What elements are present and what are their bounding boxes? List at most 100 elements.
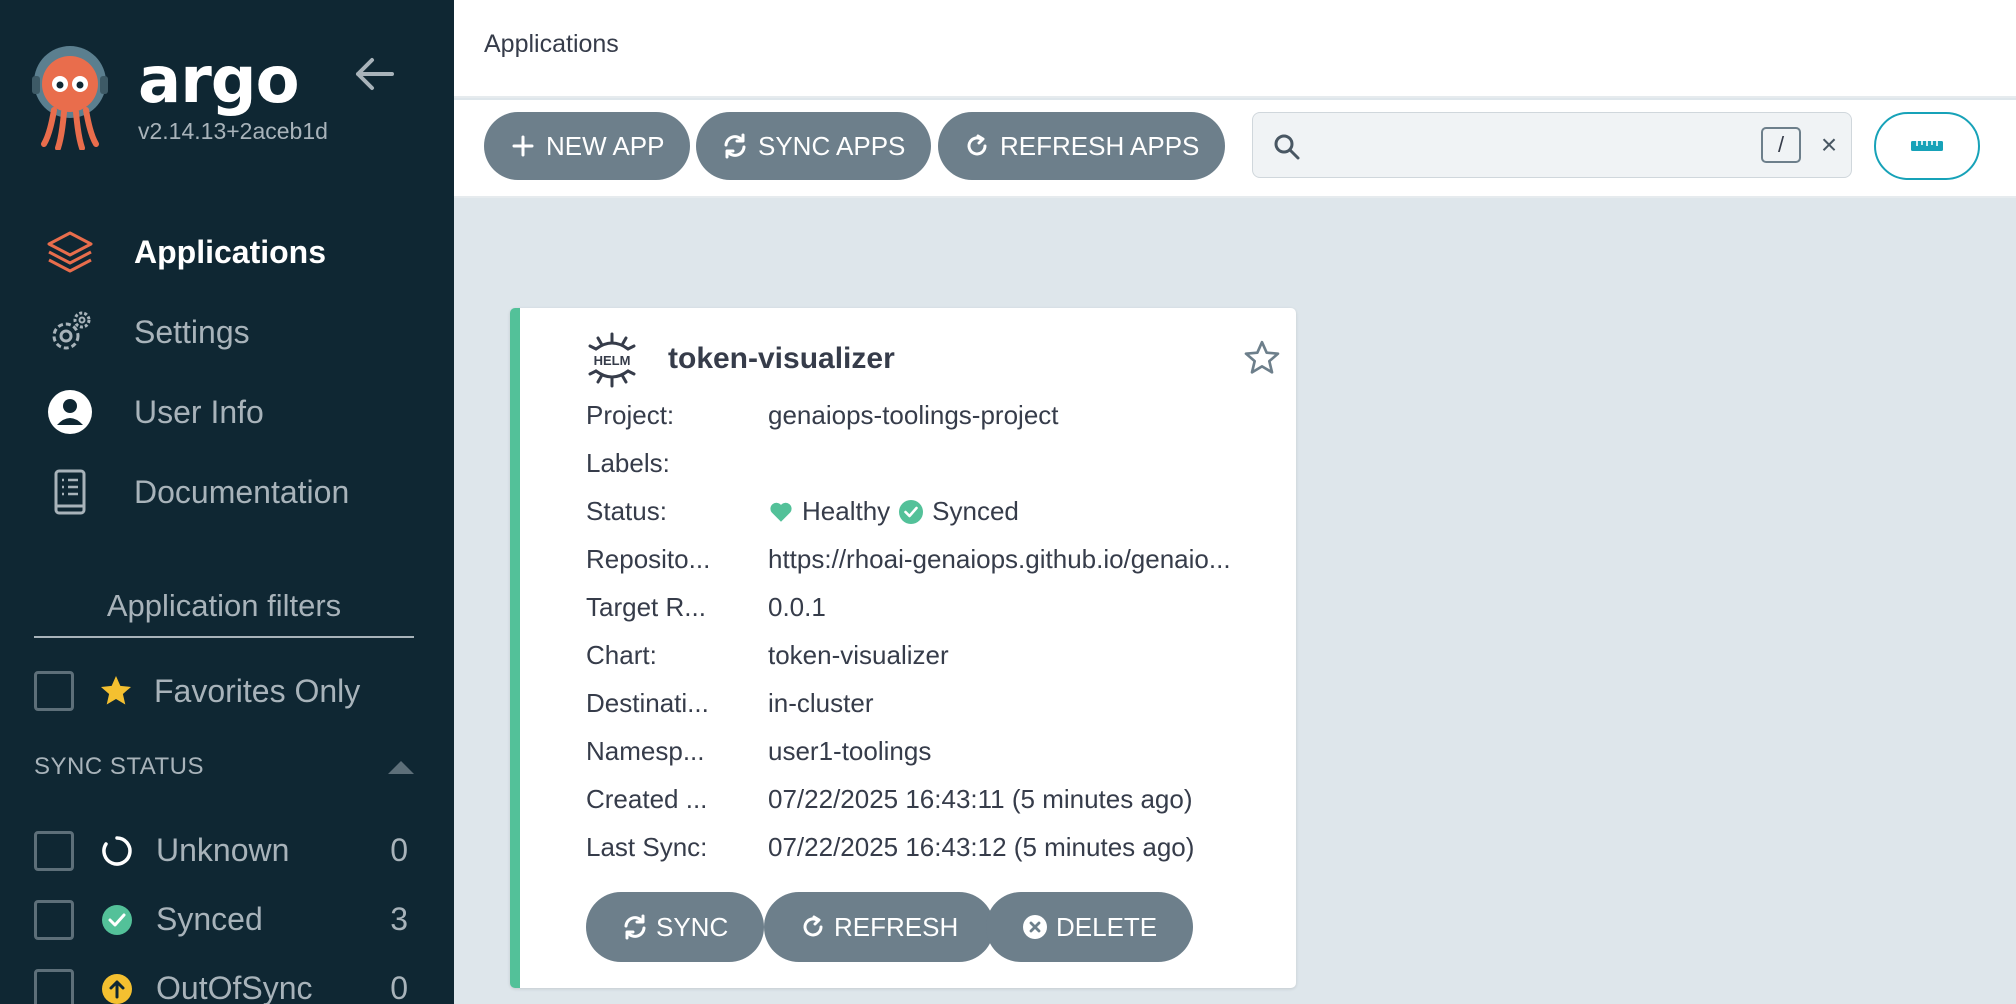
sync-button[interactable]: SYNC <box>586 892 765 962</box>
filter-checkbox[interactable] <box>34 830 74 871</box>
detail-row-status: Status: Healthy Synced <box>586 486 1286 534</box>
sidebar-item-user-info[interactable]: User Info <box>0 372 454 452</box>
filter-synced[interactable]: Synced 3 <box>34 885 414 954</box>
detail-key: Namesp... <box>586 736 705 766</box>
sync-apps-button[interactable]: SYNC APPS <box>696 112 932 180</box>
favorites-checkbox[interactable] <box>34 671 74 711</box>
sync-icon <box>722 133 748 159</box>
filter-unknown[interactable]: Unknown 0 <box>34 816 414 885</box>
sidebar: argo v2.14.13+2aceb1d Applications Setti… <box>0 0 454 1004</box>
plus-icon <box>510 133 536 159</box>
sidebar-item-applications[interactable]: Applications <box>0 212 454 292</box>
search-icon <box>1274 134 1300 160</box>
refresh-icon <box>964 133 990 159</box>
health-status: Healthy <box>802 496 891 526</box>
search-shortcut-badge: / <box>1761 127 1801 163</box>
detail-row-destination: Destinati... in-cluster <box>586 678 1286 726</box>
detail-row-last-sync: Last Sync: 07/22/2025 16:43:12 (5 minute… <box>586 822 1286 870</box>
search-input[interactable] <box>1315 123 1735 167</box>
refresh-icon <box>800 914 826 940</box>
detail-key: Status: <box>586 496 667 526</box>
detail-value: https://rhoai-genaiops.github.io/genaio.… <box>768 544 1231 574</box>
synced-check-icon <box>100 903 134 937</box>
star-icon <box>101 676 131 705</box>
filters-title: Application filters <box>34 588 414 638</box>
detail-value: user1-toolings <box>768 736 932 766</box>
detail-value: 07/22/2025 16:43:12 (5 minutes ago) <box>768 832 1195 862</box>
filter-count: 3 <box>390 901 408 937</box>
sidebar-nav: Applications Settings User Info Document… <box>0 212 454 532</box>
page-title: Applications <box>484 30 619 58</box>
user-icon <box>44 386 96 438</box>
clear-search-button[interactable]: × <box>1813 129 1845 161</box>
arrow-left-icon <box>356 58 394 90</box>
sidebar-item-label: Documentation <box>134 473 350 510</box>
refresh-apps-button[interactable]: REFRESH APPS <box>938 112 1226 180</box>
delete-label: DELETE <box>1056 911 1158 942</box>
detail-row-chart: Chart: token-visualizer <box>586 630 1286 678</box>
sidebar-item-documentation[interactable]: Documentation <box>0 452 454 532</box>
sync-status-title: SYNC STATUS <box>34 753 204 780</box>
brand-name: argo <box>138 44 300 118</box>
detail-value: 07/22/2025 16:43:11 (5 minutes ago) <box>768 784 1193 814</box>
detail-row-namespace: Namesp... user1-toolings <box>586 726 1286 774</box>
filter-count: 0 <box>390 832 408 868</box>
caret-up-icon <box>388 760 414 774</box>
favorites-only-filter[interactable]: Favorites Only <box>34 668 360 714</box>
argo-logo-icon <box>32 46 108 150</box>
refresh-apps-label: REFRESH APPS <box>1000 130 1200 161</box>
refresh-button[interactable]: REFRESH <box>764 892 995 962</box>
sync-status: Synced <box>932 496 1019 526</box>
status-value: Healthy Synced <box>768 496 1258 527</box>
filter-count: 0 <box>390 970 408 1004</box>
out-of-sync-arrow-icon <box>100 972 134 1004</box>
heart-icon <box>768 499 794 525</box>
book-icon <box>44 466 96 518</box>
filter-label: Unknown <box>156 832 290 868</box>
delete-button[interactable]: DELETE <box>986 892 1194 962</box>
app-details: Project: genaiops-toolings-project Label… <box>586 390 1286 870</box>
layers-icon <box>44 226 96 278</box>
helm-icon: HELM <box>588 332 636 388</box>
detail-value: genaiops-toolings-project <box>768 400 1059 430</box>
detail-key: Chart: <box>586 640 657 670</box>
synced-check-icon <box>898 499 924 525</box>
sync-apps-label: SYNC APPS <box>758 130 906 161</box>
sync-status-filter-list: Unknown 0 Synced 3 OutOfSync 0 <box>34 816 414 1004</box>
detail-row-target-revision: Target R... 0.0.1 <box>586 582 1286 630</box>
sidebar-item-settings[interactable]: Settings <box>0 292 454 372</box>
detail-key: Labels: <box>586 448 670 478</box>
collapse-sidebar-button[interactable] <box>352 54 396 94</box>
filter-checkbox[interactable] <box>34 968 74 1004</box>
page-header: Applications <box>454 0 2016 98</box>
sync-label: SYNC <box>656 911 729 942</box>
new-app-button[interactable]: NEW APP <box>484 112 691 180</box>
sidebar-item-label: User Info <box>134 393 264 430</box>
detail-row-created: Created ... 07/22/2025 16:43:11 (5 minut… <box>586 774 1286 822</box>
detail-key: Last Sync: <box>586 832 708 862</box>
sidebar-item-label: Settings <box>134 313 250 350</box>
unknown-circle-icon <box>100 834 134 868</box>
ruler-icon <box>1911 141 1943 151</box>
version-label: v2.14.13+2aceb1d <box>138 118 328 144</box>
detail-key: Project: <box>586 400 675 430</box>
application-tile[interactable]: HELM token-visualizer Project: genaiops-… <box>510 308 1296 988</box>
detail-row-project: Project: genaiops-toolings-project <box>586 390 1286 438</box>
filter-label: OutOfSync <box>156 970 313 1004</box>
filter-label: Synced <box>156 901 263 937</box>
sync-status-section-header[interactable]: SYNC STATUS <box>34 752 414 782</box>
detail-value: in-cluster <box>768 688 874 718</box>
app-name[interactable]: token-visualizer <box>668 342 895 376</box>
favorite-star-icon[interactable] <box>1242 338 1282 378</box>
detail-value: 0.0.1 <box>768 592 826 622</box>
search-box: / × <box>1252 112 1852 178</box>
detail-key: Target R... <box>586 592 706 622</box>
close-circle-icon <box>1022 914 1048 940</box>
filter-out-of-sync[interactable]: OutOfSync 0 <box>34 954 414 1004</box>
new-app-label: NEW APP <box>546 130 665 161</box>
sync-icon <box>622 914 648 940</box>
view-options-button[interactable] <box>1874 112 1980 180</box>
filter-checkbox[interactable] <box>34 899 74 940</box>
refresh-label: REFRESH <box>834 911 959 942</box>
gear-icon <box>44 306 96 358</box>
